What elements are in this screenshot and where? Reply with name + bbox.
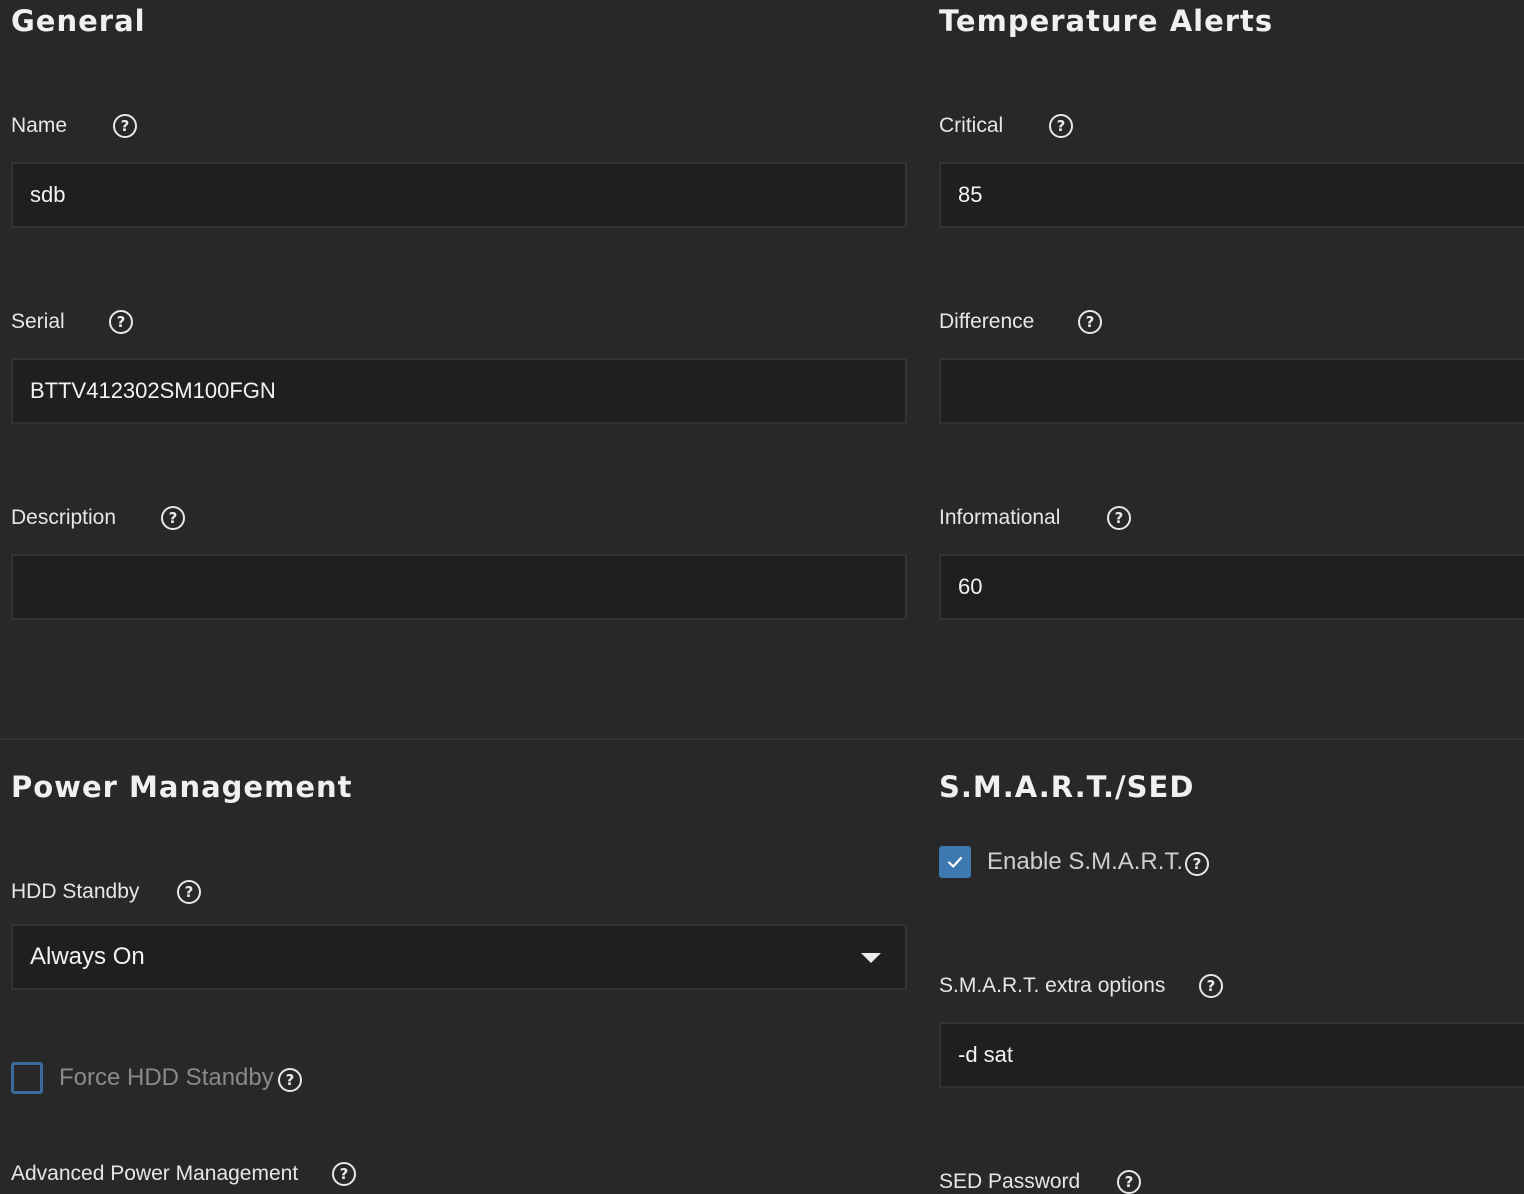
sed-password-label: SED Password: [939, 1170, 1081, 1193]
smart-extra-options-label: S.M.A.R.T. extra options: [939, 974, 1166, 997]
caret-down-icon: [861, 953, 881, 963]
difference-help-icon[interactable]: ?: [1078, 310, 1102, 334]
difference-input[interactable]: [939, 358, 1524, 424]
informational-label: Informational: [939, 506, 1061, 529]
informational-input[interactable]: 60: [939, 554, 1524, 620]
sed-password-help-icon[interactable]: ?: [1117, 1170, 1141, 1194]
critical-input[interactable]: 85: [939, 162, 1524, 228]
smart-extra-options-input[interactable]: -d sat: [939, 1022, 1524, 1088]
description-help-icon[interactable]: ?: [161, 506, 185, 530]
serial-input[interactable]: BTTV412302SM100FGN: [11, 358, 907, 424]
enable-smart-checkbox[interactable]: [939, 846, 971, 878]
section-title-temperature-alerts: Temperature Alerts: [939, 4, 1274, 38]
force-hdd-standby-label: Force HDD Standby: [59, 1064, 274, 1091]
description-input[interactable]: [11, 554, 907, 620]
check-icon: [947, 856, 963, 868]
section-divider: [0, 738, 1524, 740]
apm-help-icon[interactable]: ?: [332, 1162, 356, 1186]
difference-label: Difference: [939, 310, 1035, 333]
critical-help-icon[interactable]: ?: [1049, 114, 1073, 138]
device-edit-form: General Name ? sdb Serial ? BTTV412302SM…: [0, 0, 1524, 1194]
name-help-icon[interactable]: ?: [113, 114, 137, 138]
name-label: Name: [11, 114, 68, 137]
force-hdd-standby-checkbox[interactable]: [11, 1062, 43, 1094]
serial-help-icon[interactable]: ?: [109, 310, 133, 334]
name-input[interactable]: sdb: [11, 162, 907, 228]
section-title-smart-sed: S.M.A.R.T./SED: [939, 770, 1195, 804]
hdd-standby-selected-value: Always On: [30, 943, 145, 970]
hdd-standby-help-icon[interactable]: ?: [177, 880, 201, 904]
critical-label: Critical: [939, 114, 1004, 137]
enable-smart-label: Enable S.M.A.R.T.: [987, 848, 1184, 875]
apm-label: Advanced Power Management: [11, 1162, 299, 1185]
enable-smart-help-icon[interactable]: ?: [1185, 852, 1209, 876]
section-title-general: General: [11, 4, 146, 38]
force-hdd-standby-help-icon[interactable]: ?: [278, 1068, 302, 1092]
hdd-standby-select[interactable]: Always On: [11, 924, 907, 990]
section-title-power-management: Power Management: [11, 770, 353, 804]
description-label: Description: [11, 506, 117, 529]
hdd-standby-label: HDD Standby: [11, 880, 140, 903]
informational-help-icon[interactable]: ?: [1107, 506, 1131, 530]
serial-label: Serial: [11, 310, 65, 333]
smart-extra-options-help-icon[interactable]: ?: [1199, 974, 1223, 998]
